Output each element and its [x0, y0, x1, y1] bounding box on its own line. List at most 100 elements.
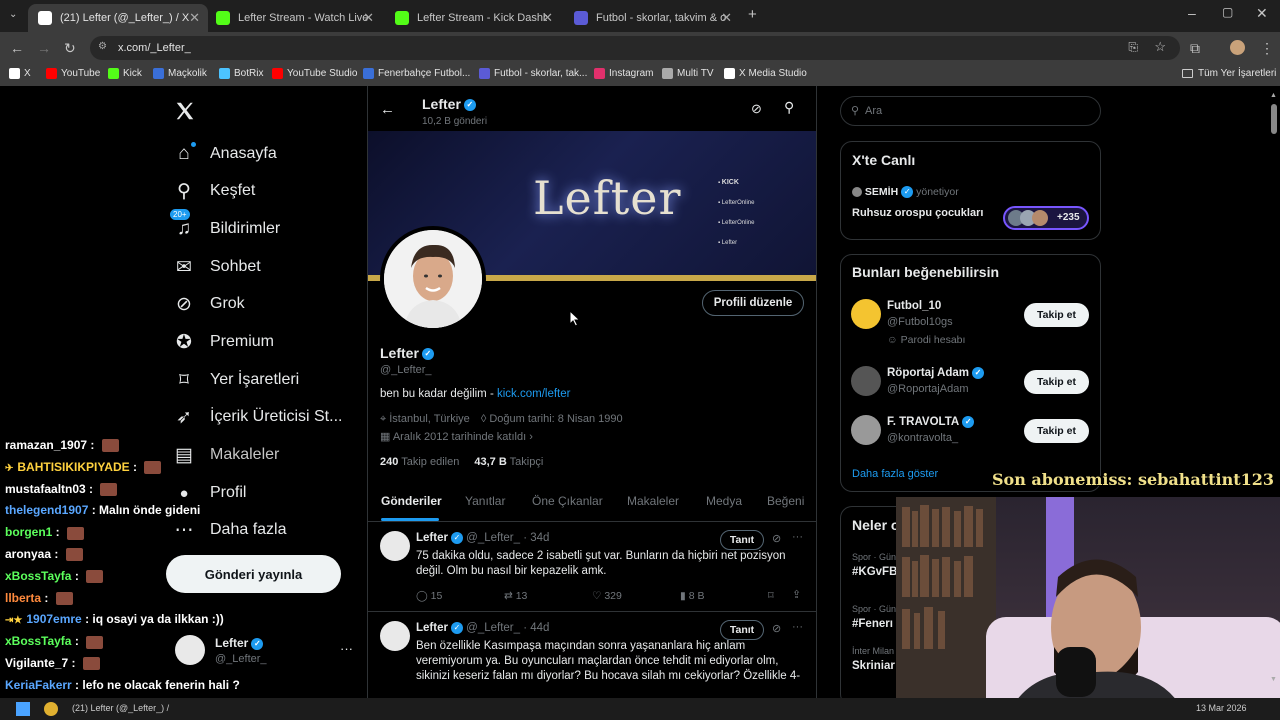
bookmark-item[interactable]: Multi TV [662, 68, 714, 79]
bookmark-item[interactable]: Maçkolik [153, 68, 207, 79]
tab-replies[interactable]: Yanıtlar [465, 494, 505, 508]
following-link[interactable]: 240 Takip edilen [380, 456, 459, 468]
tweet-author-name[interactable]: Lefter [416, 622, 448, 634]
more-icon[interactable]: ··· [792, 531, 803, 543]
nav-item-profil[interactable]: ● Profil [172, 480, 246, 506]
tab-posts[interactable]: Gönderiler [381, 494, 442, 508]
bookmark-item[interactable]: Fenerbahçe Futbol... [363, 68, 470, 79]
back-arrow-icon[interactable]: ← [380, 101, 395, 118]
nav-item-ke-fet[interactable]: ⚲ Keşfet [172, 178, 255, 204]
nav-item-premium[interactable]: ✪ Premium [172, 329, 274, 355]
bookmark-item[interactable]: X Media Studio [724, 68, 807, 79]
tweet-time[interactable]: · 34d [523, 532, 549, 544]
account-switcher[interactable]: Lefter ✓ @_Lefter_ ··· [175, 635, 355, 669]
scrollbar[interactable]: ▲ ▼ [1270, 92, 1278, 692]
tweet-1[interactable]: Lefter ✓ @_Lefter_ · 34d 75 dakika oldu, … [368, 523, 816, 612]
close-window-icon[interactable]: ✕ [1256, 5, 1268, 22]
profile-avatar-icon[interactable] [1230, 40, 1245, 55]
trend-tag[interactable]: #KGvFB [852, 566, 897, 578]
tab-media[interactable]: Medya [706, 494, 742, 508]
nav-item-anasayfa[interactable]: ⌂ Anasayfa [172, 141, 277, 167]
tweet-avatar[interactable] [380, 531, 410, 561]
promote-button[interactable]: Tanıt [720, 530, 764, 550]
grok-icon[interactable]: ⊘ [772, 532, 781, 545]
forward-icon[interactable]: → [37, 40, 51, 56]
promote-button[interactable]: Tanıt [720, 620, 764, 640]
follow-button[interactable]: Takip et [1024, 370, 1089, 394]
tab-articles[interactable]: Makaleler [627, 494, 679, 508]
taskbar-window-title[interactable]: (21) Lefter (@_Lefter_) / [72, 703, 169, 713]
nav-item-daha-fazla[interactable]: ⋯ Daha fazla [172, 517, 287, 543]
bookmark-item[interactable]: YouTube [46, 68, 100, 79]
trend-tag[interactable]: #Fenerı [852, 618, 893, 630]
nav-item-i-erik-reticisi-st-[interactable]: ➶ İçerik Üreticisi St... [172, 404, 342, 430]
back-icon[interactable]: ← [10, 40, 24, 56]
grok-icon[interactable]: ⊘ [772, 622, 781, 635]
tab-likes[interactable]: Beğeni [767, 494, 804, 508]
reply-button[interactable]: ◯ 15 [416, 590, 442, 602]
browser-taskbar-icon[interactable] [44, 702, 58, 716]
reload-icon[interactable]: ↻ [64, 40, 76, 57]
tab-highlights[interactable]: Öne Çıkanlar [532, 494, 603, 508]
scroll-up-icon[interactable]: ▲ [1270, 92, 1277, 99]
minimize-icon[interactable]: – [1188, 5, 1196, 21]
nav-item-bildirimler[interactable]: ♫ 20+ Bildirimler [170, 209, 280, 242]
scroll-thumb[interactable] [1271, 104, 1277, 134]
close-tab-icon[interactable]: ✕ [363, 10, 374, 26]
tab-1[interactable]: (21) Lefter (@_Lefter_) / X ✕ [28, 4, 208, 32]
nav-item-grok[interactable]: ⊘ Grok [172, 291, 245, 317]
bio-link[interactable]: kick.com/lefter [497, 388, 571, 400]
scroll-down-icon[interactable]: ▼ [1270, 676, 1277, 683]
grok-icon[interactable]: ⊘ [751, 101, 762, 117]
bookmark-icon[interactable]: ⌑ [768, 589, 774, 602]
suggestion-name[interactable]: Röportaj Adam ✓ [887, 367, 984, 379]
suggestion-avatar[interactable] [851, 366, 881, 396]
post-button[interactable]: Gönderi yayınla [166, 555, 341, 593]
tweet-author-name[interactable]: Lefter [416, 532, 448, 544]
live-listeners[interactable]: +235 [1003, 206, 1089, 230]
tab-search-icon[interactable]: ⌄ [9, 9, 17, 20]
bookmark-item[interactable]: Instagram [594, 68, 653, 79]
followers-link[interactable]: 43,7 B Takipçi [474, 456, 543, 468]
menu-icon[interactable]: ⋮ [1260, 40, 1274, 57]
show-more-link[interactable]: Daha fazla göster [852, 468, 938, 480]
edit-profile-button[interactable]: Profili düzenle [702, 290, 804, 316]
tab-4[interactable]: Futbol - skorlar, takvim & oranl✕ [564, 4, 740, 32]
tweet-avatar[interactable] [380, 621, 410, 651]
bookmark-item[interactable]: BotRix [219, 68, 263, 79]
nav-item-sohbet[interactable]: ✉ Sohbet [172, 254, 261, 280]
extensions-icon[interactable]: ⧉ [1190, 40, 1200, 57]
tab-3[interactable]: Lefter Stream - Kick Dashboard✕ [385, 4, 561, 32]
star-icon[interactable]: ☆ [1154, 39, 1166, 55]
profile-avatar[interactable] [380, 226, 486, 332]
address-bar[interactable]: ⚙ x.com/_Lefter_ ⎘ ☆ [90, 36, 1180, 60]
tab-2[interactable]: Lefter Stream - Watch Live on K✕ [206, 4, 382, 32]
close-tab-icon[interactable]: ✕ [189, 10, 200, 26]
suggestion-name[interactable]: F. TRAVOLTA ✓ [887, 416, 975, 428]
nav-item-yer-i-aretleri[interactable]: ⌑ Yer İşaretleri [172, 367, 299, 393]
more-options-icon[interactable]: ··· [340, 641, 353, 656]
like-button[interactable]: ♡ 329 [592, 590, 622, 602]
search-box[interactable]: ⚲ Ara [840, 96, 1101, 126]
follow-button[interactable]: Takip et [1024, 303, 1089, 327]
bookmark-item[interactable]: X [9, 68, 31, 79]
suggestion-avatar[interactable] [851, 299, 881, 329]
maximize-icon[interactable]: ▢ [1222, 5, 1233, 19]
bookmark-item[interactable]: Futbol - skorlar, tak... [479, 68, 587, 79]
x-logo-icon[interactable] [174, 100, 196, 127]
close-tab-icon[interactable]: ✕ [721, 10, 732, 26]
share-icon[interactable]: ⇪ [792, 588, 801, 601]
bookmark-item[interactable]: Kick [108, 68, 142, 79]
views-button[interactable]: ▮ 8 B [680, 590, 704, 602]
close-tab-icon[interactable]: ✕ [542, 10, 553, 26]
more-icon[interactable]: ··· [792, 621, 803, 633]
install-icon[interactable]: ⎘ [1128, 40, 1138, 55]
tweet-time[interactable]: · 44d [523, 622, 549, 634]
follow-button[interactable]: Takip et [1024, 419, 1089, 443]
all-bookmarks[interactable]: Tüm Yer İşaretleri [1182, 68, 1276, 79]
new-tab-icon[interactable]: + [748, 6, 757, 23]
trend-tag[interactable]: Skriniar [852, 660, 895, 672]
nav-item-makaleler[interactable]: ▤ Makaleler [172, 442, 279, 468]
live-topic[interactable]: Ruhsuz orospu çocukları [852, 207, 983, 219]
start-icon[interactable] [16, 702, 30, 716]
